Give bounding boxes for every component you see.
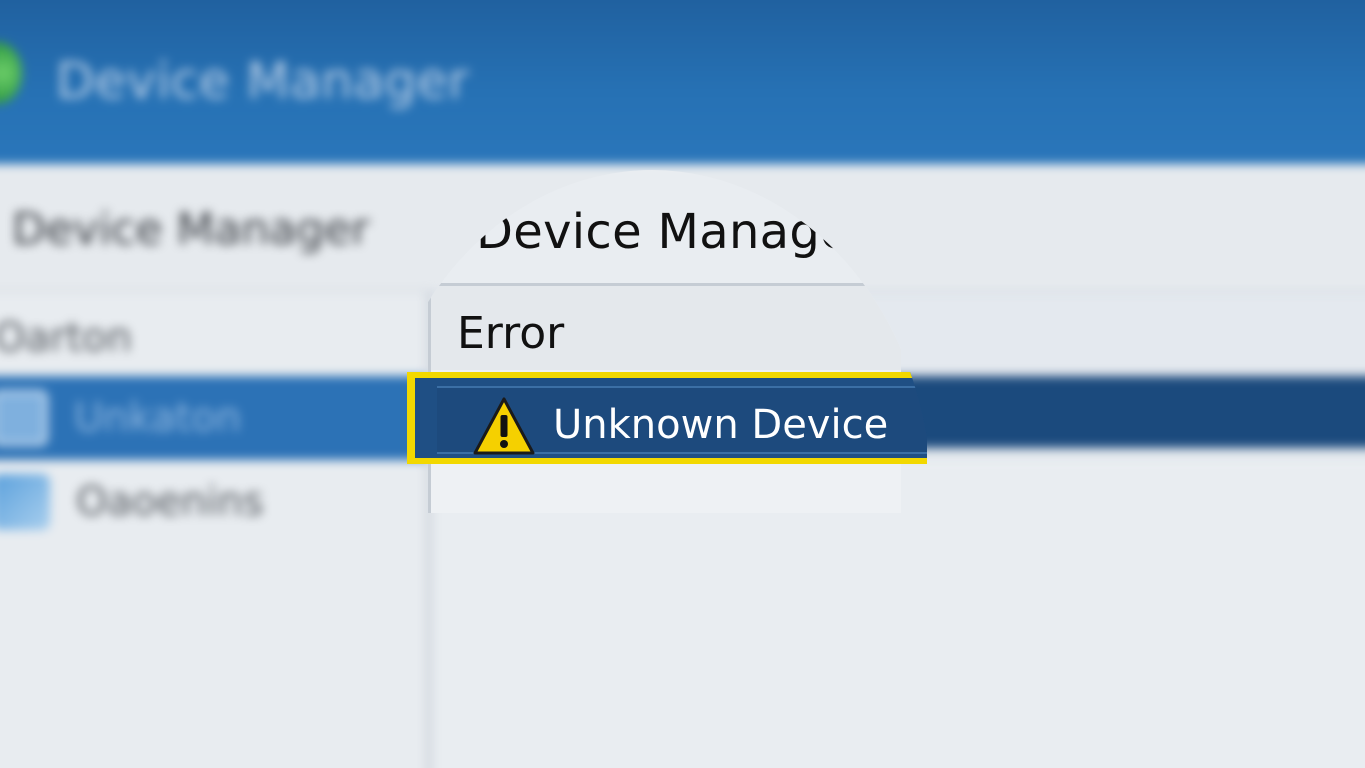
sidebar-item-label: Oarton [0, 315, 132, 361]
device-tree-panel: Error Unknown Device [407, 283, 927, 513]
device-row-highlight: Unknown Device [437, 386, 927, 455]
title-bar: Device Manager [0, 0, 1365, 164]
device-row-unknown-device[interactable]: Unknown Device [407, 372, 927, 464]
app-logo-icon [0, 42, 22, 104]
sidebar-item-oarton[interactable]: Oarton [0, 296, 426, 380]
network-icon [0, 474, 50, 530]
monitor-icon [0, 390, 48, 446]
device-manager-screen: Device Manager Device Manager Oarton Unk… [0, 0, 1365, 768]
warning-icon [473, 397, 535, 455]
device-label: Unknown Device [553, 402, 889, 448]
sidebar-item-label: Unkaton [74, 395, 242, 441]
window-title: Device Manager [56, 52, 470, 110]
selected-row-extension [884, 376, 1365, 448]
category-row-error[interactable]: Error [431, 286, 901, 370]
sidebar-item-oaoenins[interactable]: Oaoenins [0, 460, 426, 544]
sidebar-item-unkaton[interactable]: Unkaton [0, 376, 426, 460]
header-title: Device Manager [12, 204, 370, 255]
sidebar: Oarton Unkaton Oaoenins [0, 292, 432, 768]
category-label: Error [457, 308, 565, 359]
sidebar-item-label: Oaoenins [76, 479, 264, 525]
